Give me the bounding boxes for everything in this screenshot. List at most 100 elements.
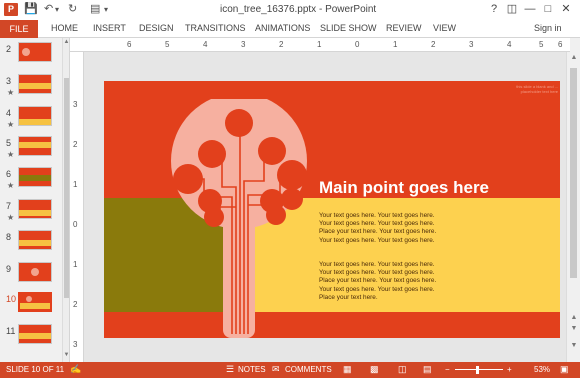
- horizontal-ruler: 6 5 4 3 2 1 0 1 2 3 4 5 6: [70, 38, 570, 52]
- maximize-icon[interactable]: □: [540, 2, 556, 17]
- tab-insert[interactable]: INSERT: [93, 23, 126, 33]
- customize-quick-access-icon[interactable]: ▾: [104, 3, 108, 16]
- zoom-slider[interactable]: [455, 369, 503, 370]
- powerpoint-window: P 💾 ↶ ▾ ↻ ▤ ▾ icon_tree_16376.pptx - Pow…: [0, 0, 580, 378]
- body-paragraph-1[interactable]: Your text goes here. Your text goes here…: [319, 212, 445, 245]
- zoom-slider-thumb[interactable]: [476, 366, 479, 374]
- slide-thumbnail-11[interactable]: [18, 324, 52, 344]
- zoom-in-button[interactable]: +: [507, 365, 512, 374]
- scroll-down-icon[interactable]: ▼: [63, 352, 69, 358]
- zoom-level[interactable]: 53%: [534, 365, 550, 374]
- status-bar: SLIDE 10 OF 11 ✍ ☰ NOTES ✉ COMMENTS ▦ ▩ …: [0, 362, 580, 378]
- ribbon-display-options-icon[interactable]: ◫: [504, 2, 520, 17]
- slide-thumbnail-3[interactable]: [18, 74, 52, 94]
- body-paragraph-2[interactable]: Your text goes here. Your text goes here…: [319, 261, 445, 302]
- slide-heading[interactable]: Main point goes here: [319, 178, 489, 198]
- thumbnail-number: 2: [6, 44, 12, 54]
- slide-thumbnail-pane: 2 3 ★ 4 ★ 5 ★ 6 ★ 7 ★ 8 9 10 11 ▲ ▼: [0, 38, 70, 362]
- title-bar: P 💾 ↶ ▾ ↻ ▤ ▾ icon_tree_16376.pptx - Pow…: [0, 0, 580, 20]
- start-from-beginning-icon[interactable]: ▤: [90, 3, 100, 16]
- powerpoint-logo-icon: P: [4, 3, 18, 16]
- scroll-down-icon[interactable]: ▼: [567, 342, 580, 349]
- slide-thumbnail-5[interactable]: [18, 136, 52, 156]
- ruler-number: 6: [558, 40, 563, 49]
- notes-button[interactable]: NOTES: [238, 365, 266, 374]
- thumbnail-number: 3: [6, 76, 12, 86]
- sign-in-link[interactable]: Sign in: [534, 23, 562, 33]
- ruler-number: 3: [73, 340, 78, 349]
- undo-icon[interactable]: ↶: [44, 3, 53, 16]
- slide-thumbnail-10[interactable]: [18, 292, 52, 312]
- spelling-check-icon[interactable]: ✍: [70, 364, 81, 375]
- ruler-number: 4: [507, 40, 512, 49]
- normal-view-icon[interactable]: ▦: [343, 364, 352, 375]
- previous-slide-icon[interactable]: ▲: [567, 314, 580, 321]
- scrollbar-thumb[interactable]: [64, 78, 69, 298]
- comments-button[interactable]: COMMENTS: [285, 365, 332, 374]
- tab-home[interactable]: HOME: [51, 23, 78, 33]
- slide-thumbnail-6[interactable]: [18, 167, 52, 187]
- scroll-up-icon[interactable]: ▲: [63, 39, 69, 45]
- minimize-icon[interactable]: —: [522, 2, 538, 17]
- thumbnail-number: 10: [6, 294, 17, 304]
- slide-thumbnail-7[interactable]: [18, 199, 52, 219]
- animation-star-icon: ★: [7, 181, 15, 190]
- slide-thumbnail-8[interactable]: [18, 230, 52, 250]
- tab-review[interactable]: REVIEW: [386, 23, 422, 33]
- tab-view[interactable]: VIEW: [433, 23, 456, 33]
- tab-slide-show[interactable]: SLIDE SHOW: [320, 23, 377, 33]
- scroll-up-icon[interactable]: ▲: [567, 54, 580, 61]
- tree-icon[interactable]: [164, 99, 314, 338]
- fit-slide-to-window-icon[interactable]: ▣: [560, 364, 569, 375]
- ruler-number: 1: [73, 180, 78, 189]
- thumbnail-number: 8: [6, 232, 12, 242]
- close-icon[interactable]: ✕: [558, 2, 574, 17]
- thumbnail-number: 6: [6, 169, 12, 179]
- tab-design[interactable]: DESIGN: [139, 23, 174, 33]
- ruler-number: 5: [165, 40, 170, 49]
- help-icon[interactable]: ?: [486, 2, 502, 17]
- slide-sorter-icon[interactable]: ▩: [370, 364, 379, 375]
- vertical-ruler: 3 2 1 0 1 2 3: [70, 52, 84, 362]
- slide-thumbnail-2[interactable]: [18, 42, 52, 62]
- ruler-number: 0: [73, 220, 78, 229]
- ruler-number: 1: [393, 40, 398, 49]
- window-title: icon_tree_16376.pptx - PowerPoint: [220, 4, 377, 15]
- ruler-number: 1: [317, 40, 322, 49]
- thumbnail-number: 5: [6, 138, 12, 148]
- comments-icon[interactable]: ✉: [272, 364, 280, 375]
- thumbnail-number: 11: [6, 326, 16, 336]
- slide-counter[interactable]: SLIDE 10 OF 11: [6, 365, 64, 374]
- save-icon[interactable]: 💾: [24, 3, 38, 16]
- ruler-number: 5: [539, 40, 544, 49]
- ruler-number: 1: [73, 260, 78, 269]
- slide-thumbnail-9[interactable]: [18, 262, 52, 282]
- tab-transitions[interactable]: TRANSITIONS: [185, 23, 246, 33]
- redo-icon[interactable]: ↻: [68, 3, 77, 16]
- ruler-number: 3: [469, 40, 474, 49]
- next-slide-icon[interactable]: ▼: [567, 325, 580, 332]
- ribbon-tabs: FILE HOME INSERT DESIGN TRANSITIONS ANIM…: [0, 20, 580, 38]
- slide-thumbnail-4[interactable]: [18, 106, 52, 126]
- tab-file[interactable]: FILE: [0, 20, 38, 38]
- thumbnail-number: 9: [6, 264, 12, 274]
- thumbnail-scrollbar[interactable]: ▲ ▼: [62, 38, 69, 362]
- reading-view-icon[interactable]: ◫: [398, 364, 407, 375]
- slide-show-icon[interactable]: ▤: [423, 364, 432, 375]
- scrollbar-thumb[interactable]: [570, 68, 577, 278]
- ruler-number: 4: [203, 40, 208, 49]
- ruler-number: 0: [355, 40, 360, 49]
- tab-animations[interactable]: ANIMATIONS: [255, 23, 310, 33]
- zoom-out-button[interactable]: −: [445, 365, 450, 374]
- ruler-number: 6: [127, 40, 132, 49]
- current-slide[interactable]: this slide a blank and ... placeholder t…: [104, 81, 560, 338]
- ruler-number: 2: [73, 140, 78, 149]
- ruler-number: 3: [73, 100, 78, 109]
- animation-star-icon: ★: [7, 88, 15, 97]
- notes-icon[interactable]: ☰: [226, 364, 234, 375]
- canvas-scrollbar[interactable]: ▲ ▲ ▼ ▼: [566, 52, 580, 362]
- undo-dropdown-icon[interactable]: ▾: [55, 3, 59, 16]
- ruler-number: 3: [241, 40, 246, 49]
- corner-note: this slide a blank and ... placeholder t…: [516, 84, 558, 94]
- thumbnail-number: 7: [6, 201, 12, 211]
